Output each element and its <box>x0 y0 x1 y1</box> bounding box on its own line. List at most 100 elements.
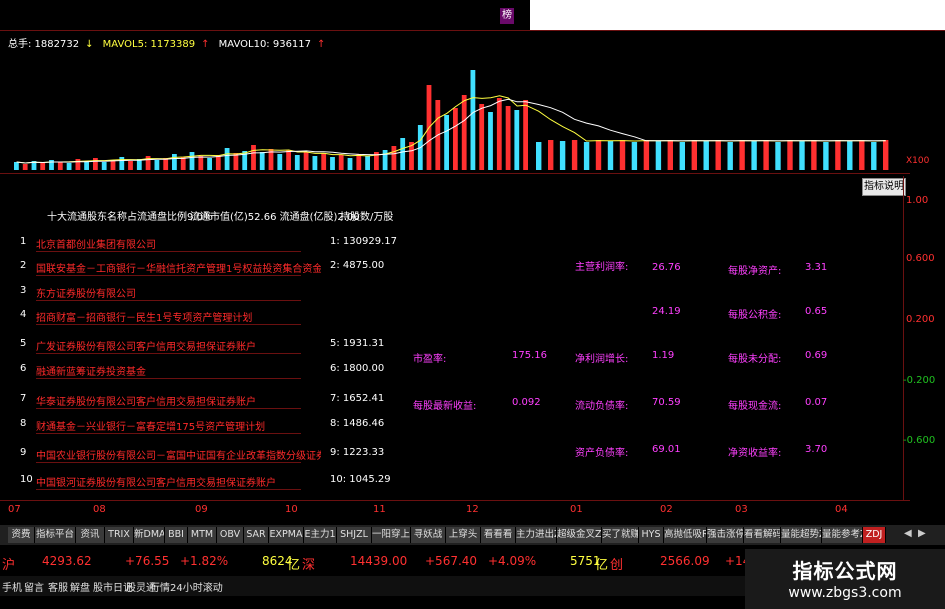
holder-name[interactable]: 广发证券股份有限公司客户信用交易担保证券账户 <box>36 338 256 353</box>
indicator-tab[interactable]: TRIX <box>105 527 134 543</box>
indicator-tab[interactable]: BBI <box>165 527 188 543</box>
fin-reserve-value: 0.65 <box>805 306 828 317</box>
holder-name[interactable]: 财通基金－兴业银行－富春定增175号资产管理计划 <box>36 418 265 433</box>
volume-bar <box>286 150 291 170</box>
indicator-tab[interactable]: 量能超势Z <box>781 527 822 543</box>
volume-bar <box>303 152 309 170</box>
indicator-tab[interactable]: 资费 <box>8 527 35 543</box>
volume-bar <box>583 142 590 170</box>
sh-index[interactable]: 4293.62 <box>42 554 92 568</box>
volume-bar <box>631 142 638 170</box>
volume-bar <box>198 156 204 170</box>
indicator-tab[interactable]: 上穿头 <box>446 527 481 543</box>
indicator-tab[interactable]: 看看看 <box>481 527 516 543</box>
holder-name[interactable]: 北京首都创业集团有限公司 <box>36 236 156 251</box>
volume-bar <box>655 141 662 170</box>
fin-roe-value: 3.70 <box>805 444 828 455</box>
indicator-tab[interactable]: SAR <box>244 527 269 543</box>
indicator-tab[interactable]: 寻妖战 <box>411 527 446 543</box>
fin-reserve-label: 每股公积金: <box>728 310 782 321</box>
volume-bar <box>347 158 353 170</box>
scale-4: -0.200 <box>903 375 936 386</box>
fin-current-debt-label: 流动负债率: <box>575 401 629 412</box>
sz-index[interactable]: 14439.00 <box>350 554 407 568</box>
holder-name[interactable]: 国联安基金－工商银行－华融信托资产管理1号权益投资集合资金信托计划 <box>36 260 321 275</box>
time-label: 07 <box>8 504 21 515</box>
sh-prefix: 沪 <box>2 558 16 573</box>
indicator-tab[interactable]: 超级金叉Z1 <box>557 527 602 543</box>
volume-bar <box>207 158 212 170</box>
volume-bar <box>84 161 89 170</box>
status-item[interactable]: 24小时滚动 <box>170 579 223 594</box>
volume-bar <box>330 157 335 170</box>
fin-roe-label: 净资收益率: <box>728 448 782 459</box>
indicator-tab[interactable]: 一阳穿上 <box>372 527 411 543</box>
fin-current-debt-value: 70.59 <box>652 397 681 408</box>
indicator-tab[interactable]: 买了就赚 <box>602 527 639 543</box>
volume-bar <box>40 163 46 170</box>
fin-pe-label: 市盈率: <box>413 354 447 365</box>
indicator-tab[interactable]: 量能参考Z <box>822 527 863 543</box>
status-item[interactable]: 客服 <box>48 579 68 594</box>
holder-name[interactable]: 东方证券股份有限公司 <box>36 285 136 300</box>
indicator-explain-button[interactable]: 指标说明 <box>862 178 906 196</box>
volume-bar <box>751 141 757 170</box>
fin-row2-value: 24.19 <box>652 306 681 317</box>
holder-shares: 8: 1486.46 <box>330 418 385 429</box>
indicator-tab[interactable]: 资讯 <box>76 527 105 543</box>
volume-bar <box>505 106 511 170</box>
status-item[interactable]: 手机 <box>2 579 22 594</box>
holder-rank: 3 <box>20 285 27 296</box>
mavol5-arrow: ↑ <box>201 39 210 50</box>
cy-label: 创 <box>610 558 624 573</box>
status-item[interactable]: 留言 <box>24 579 44 594</box>
holder-shares: 9: 1223.33 <box>330 447 385 458</box>
ranking-icon[interactable]: 榜 <box>500 8 514 24</box>
sz-change: +567.40 <box>425 554 478 568</box>
volume-chart <box>14 70 889 170</box>
indicator-tab[interactable]: MTM <box>188 527 217 543</box>
volume-bar <box>514 110 520 170</box>
holder-underline <box>36 489 301 490</box>
holder-name[interactable]: 华泰证券股份有限公司客户信用交易担保证券账户 <box>36 393 256 408</box>
fin-cashflow-value: 0.07 <box>805 397 828 408</box>
indicator-tab[interactable]: HYS <box>639 527 664 543</box>
time-label: 12 <box>466 504 479 515</box>
mavol10-label: MAVOL10: 936117 <box>218 39 312 50</box>
volume-bar <box>763 140 769 170</box>
time-label: 11 <box>373 504 386 515</box>
holder-name[interactable]: 招商财富－招商银行－民生1号专项资产管理计划 <box>36 309 252 324</box>
volume-bar <box>189 152 195 170</box>
indicator-tab[interactable]: 看看解码Z <box>744 527 781 543</box>
indicator-tab[interactable]: 新DMA <box>134 527 165 543</box>
holder-name[interactable]: 中国农业银行股份有限公司－富国中证国有企业改革指数分级证券投资基金 <box>36 447 321 462</box>
watermark-url: www.zbgs3.com <box>788 585 902 601</box>
holder-name[interactable]: 中国银河证券股份有限公司客户信用交易担保证券账户 <box>36 474 276 489</box>
volume-bar <box>128 161 133 170</box>
holder-name[interactable]: 融通新蓝筹证券投资基金 <box>36 363 146 378</box>
indicator-tab[interactable]: 高抛低吸R1 <box>664 527 707 543</box>
fin-nav-label: 每股净资产: <box>728 266 782 277</box>
indicator-tab[interactable]: ZDJ <box>863 527 886 543</box>
indicator-tab[interactable]: 主力进出Z2 <box>516 527 557 543</box>
volume-bar <box>703 141 709 170</box>
volume-bar <box>382 150 388 170</box>
status-item[interactable]: 行情 <box>150 579 170 594</box>
indicator-tab[interactable]: EXPMA <box>269 527 304 543</box>
sh-pct: +1.82% <box>180 554 229 568</box>
volume-bar <box>883 140 889 170</box>
volume-legend: 总手: 1882732 ↓ MAVOL5: 1173389 ↑ MAVOL10: 9… <box>8 35 331 50</box>
cy-index[interactable]: 2566.09 <box>660 554 710 568</box>
scroll-right-icon[interactable]: ▶ <box>918 528 930 542</box>
holder-shares: 7: 1652.41 <box>330 393 385 404</box>
scroll-left-icon[interactable]: ◀ <box>904 528 916 542</box>
volume-bar <box>571 140 578 170</box>
indicator-tab[interactable]: 指标平台 <box>35 527 76 543</box>
status-item[interactable]: 解盘 <box>70 579 90 594</box>
indicator-tab[interactable]: SHJZL <box>337 527 372 543</box>
holder-underline <box>36 408 301 409</box>
indicator-tab[interactable]: OBV <box>217 527 244 543</box>
indicator-tab[interactable]: 强击涨停 <box>707 527 744 543</box>
indicator-tab[interactable]: E主力1 <box>304 527 337 543</box>
holder-rank: 6 <box>20 363 27 374</box>
